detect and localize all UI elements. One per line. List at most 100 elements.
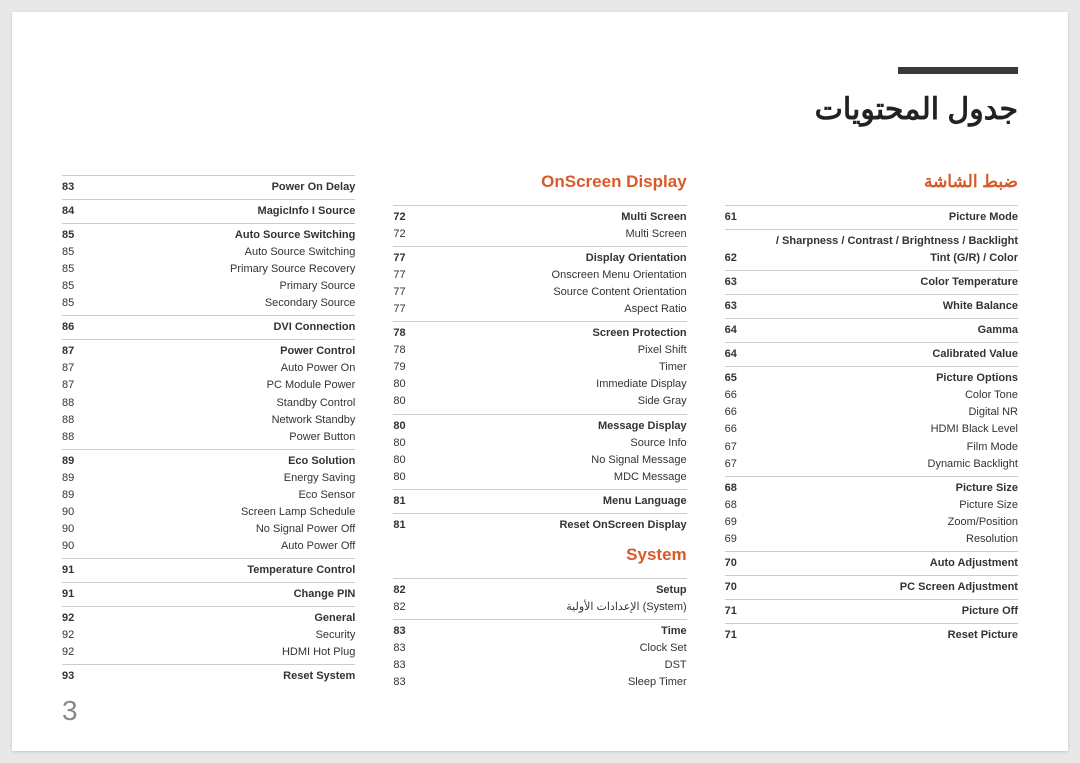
toc-row[interactable]: 65Picture Options [725, 370, 1018, 387]
toc-page: 80 [393, 376, 405, 393]
toc-row[interactable]: 87Auto Power On [62, 360, 355, 377]
toc-row[interactable]: 85Auto Source Switching [62, 227, 355, 244]
toc-row[interactable]: 85Secondary Source [62, 295, 355, 312]
toc-row[interactable]: 90No Signal Power Off [62, 521, 355, 538]
toc-row[interactable]: 63Color Temperature [725, 274, 1018, 291]
toc-label: Source Info [406, 435, 687, 452]
toc-row[interactable]: 87PC Module Power [62, 377, 355, 394]
document-page: جدول المحتويات 83Power On Delay84MagicIn… [12, 12, 1068, 751]
toc-page: 90 [62, 538, 74, 555]
toc-label: Temperature Control [74, 562, 355, 579]
toc-row[interactable]: 93Reset System [62, 668, 355, 685]
toc-row[interactable]: 83Power On Delay [62, 179, 355, 196]
toc-row[interactable]: 88Power Button [62, 429, 355, 446]
toc-row[interactable]: 83Clock Set [393, 640, 686, 657]
toc-row[interactable]: 91Temperature Control [62, 562, 355, 579]
toc-row[interactable]: 69Resolution [725, 531, 1018, 548]
toc-row[interactable]: 91Change PIN [62, 586, 355, 603]
toc-row[interactable]: 83DST [393, 657, 686, 674]
toc-label: Color Temperature [737, 274, 1018, 291]
toc-row[interactable]: 90Auto Power Off [62, 538, 355, 555]
toc-row[interactable]: 68Picture Size [725, 480, 1018, 497]
toc-row[interactable]: 87Power Control [62, 343, 355, 360]
toc-row[interactable]: 89Energy Saving [62, 470, 355, 487]
toc-row[interactable]: 80No Signal Message [393, 452, 686, 469]
toc-row[interactable]: 67Dynamic Backlight [725, 456, 1018, 473]
toc-page: 66 [725, 421, 737, 438]
toc-row[interactable]: 80Immediate Display [393, 376, 686, 393]
toc-row[interactable]: 66HDMI Black Level [725, 421, 1018, 438]
toc-label: Calibrated Value [737, 346, 1018, 363]
toc-row[interactable]: 72Multi Screen [393, 226, 686, 243]
toc-row[interactable]: 82Setup [393, 582, 686, 599]
toc-row[interactable]: 77Display Orientation [393, 250, 686, 267]
separator [725, 575, 1018, 576]
toc-label: Menu Language [406, 493, 687, 510]
toc-row[interactable]: 80Message Display [393, 418, 686, 435]
toc-row[interactable]: 92Security [62, 627, 355, 644]
toc-row[interactable]: 68Picture Size [725, 497, 1018, 514]
toc-label: No Signal Message [406, 452, 687, 469]
toc-row[interactable]: 90Screen Lamp Schedule [62, 504, 355, 521]
toc-row[interactable]: 83Time [393, 623, 686, 640]
toc-row[interactable]: 79Timer [393, 359, 686, 376]
toc-row[interactable]: 69Zoom/Position [725, 514, 1018, 531]
toc-label: No Signal Power Off [74, 521, 355, 538]
toc-row[interactable]: 71Picture Off [725, 603, 1018, 620]
toc-row[interactable]: 92General [62, 610, 355, 627]
toc-row[interactable]: 78Pixel Shift [393, 342, 686, 359]
toc-row[interactable]: / Sharpness / Contrast / Brightness / Ba… [725, 233, 1018, 250]
toc-row[interactable]: 85Auto Source Switching [62, 244, 355, 261]
toc-page: 71 [725, 627, 737, 644]
toc-row[interactable]: 71Reset Picture [725, 627, 1018, 644]
toc-row[interactable]: 86DVI Connection [62, 319, 355, 336]
toc-row[interactable]: 66Color Tone [725, 387, 1018, 404]
toc-row[interactable]: 80Source Info [393, 435, 686, 452]
toc-label: Screen Lamp Schedule [74, 504, 355, 521]
toc-row[interactable]: 77Source Content Orientation [393, 284, 686, 301]
separator [62, 558, 355, 559]
toc-row[interactable]: 62Tint (G/R) / Color [725, 250, 1018, 267]
toc-row[interactable]: 92HDMI Hot Plug [62, 644, 355, 661]
toc-row[interactable]: 85Primary Source [62, 278, 355, 295]
toc-row[interactable]: 84MagicInfo I Source [62, 203, 355, 220]
toc-row[interactable]: 88Standby Control [62, 395, 355, 412]
toc-page: 80 [393, 452, 405, 469]
toc-label: Side Gray [406, 393, 687, 410]
toc-page: 72 [393, 209, 405, 226]
separator [725, 366, 1018, 367]
toc-row[interactable]: 82الإعدادات الأولية (System) [393, 599, 686, 616]
toc-row[interactable]: 70PC Screen Adjustment [725, 579, 1018, 596]
toc-page: 80 [393, 393, 405, 410]
toc-row[interactable]: 64Calibrated Value [725, 346, 1018, 363]
toc-row[interactable]: 66Digital NR [725, 404, 1018, 421]
toc-row[interactable]: 67Film Mode [725, 439, 1018, 456]
toc-row[interactable]: 63White Balance [725, 298, 1018, 315]
toc-row[interactable]: 80MDC Message [393, 469, 686, 486]
toc-page: 92 [62, 644, 74, 661]
toc-row[interactable]: 83Sleep Timer [393, 674, 686, 691]
toc-label: White Balance [737, 298, 1018, 315]
toc-row[interactable]: 89Eco Solution [62, 453, 355, 470]
toc-page: 86 [62, 319, 74, 336]
toc-page: 78 [393, 342, 405, 359]
separator [725, 551, 1018, 552]
toc-row[interactable]: 77Onscreen Menu Orientation [393, 267, 686, 284]
toc-row[interactable]: 72Multi Screen [393, 209, 686, 226]
toc-row[interactable]: 85Primary Source Recovery [62, 261, 355, 278]
toc-row[interactable]: 81Menu Language [393, 493, 686, 510]
toc-row[interactable]: 70Auto Adjustment [725, 555, 1018, 572]
toc-row[interactable]: 64Gamma [725, 322, 1018, 339]
toc-row[interactable]: 88Network Standby [62, 412, 355, 429]
toc-row[interactable]: 80Side Gray [393, 393, 686, 410]
toc-page: 92 [62, 610, 74, 627]
toc-row[interactable]: 81Reset OnScreen Display [393, 517, 686, 534]
toc-row[interactable]: 89Eco Sensor [62, 487, 355, 504]
toc-columns: 83Power On Delay 84MagicInfo I Source 85Au… [62, 172, 1018, 691]
toc-page: 87 [62, 377, 74, 394]
toc-label: Source Content Orientation [406, 284, 687, 301]
toc-row[interactable]: 78Screen Protection [393, 325, 686, 342]
toc-row[interactable]: 61Picture Mode [725, 209, 1018, 226]
toc-row[interactable]: 77Aspect Ratio [393, 301, 686, 318]
toc-page: 61 [725, 209, 737, 226]
